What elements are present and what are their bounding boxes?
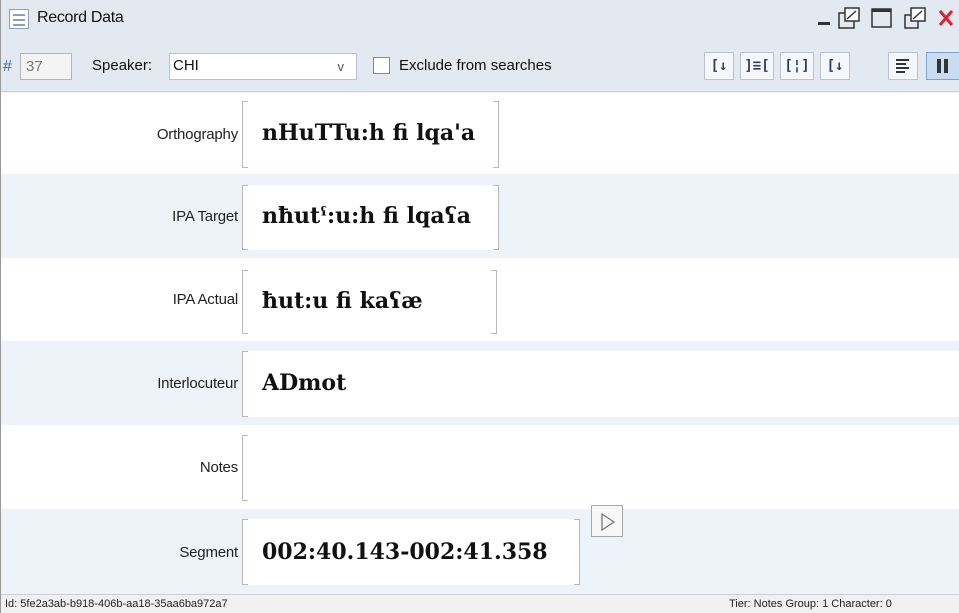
insert-word-icon[interactable]: [↓ xyxy=(820,52,850,80)
record-data-window: Record Data # 37 Speaker: CHI v Exclude … xyxy=(0,0,959,613)
exclude-label[interactable]: Exclude from searches xyxy=(399,57,552,74)
maximize-icon[interactable] xyxy=(870,6,894,30)
merge-groups-icon[interactable]: ]≡[ xyxy=(740,52,774,80)
status-bar: Id: 5fe2a3ab-b918-406b-aa18-35aa6ba972a7… xyxy=(1,594,959,613)
segment-field[interactable]: 002:40.143-002:41.358 xyxy=(242,519,580,585)
tier-row-notes: Notes xyxy=(1,425,959,509)
tier-row-ipa-actual: IPA Actual ħut:u fi kaʕæ xyxy=(1,258,959,341)
record-number-label: # xyxy=(3,58,12,75)
orthography-field[interactable]: nHuTTu:h fi lqa'a xyxy=(242,101,499,168)
tier-status: Tier: Notes Group: 1 Character: 0 xyxy=(729,598,892,610)
record-toolbar: # 37 Speaker: CHI v Exclude from searche… xyxy=(1,38,959,92)
title-bar: Record Data xyxy=(1,0,959,38)
speaker-value: CHI xyxy=(173,57,199,74)
chevron-down-icon: v xyxy=(337,59,345,74)
notes-field[interactable] xyxy=(242,435,959,501)
tier-row-segment: Segment 002:40.143-002:41.358 xyxy=(1,509,959,594)
align-left-icon[interactable] xyxy=(888,52,918,80)
tier-label: IPA Target xyxy=(172,208,238,225)
interlocuteur-field[interactable]: ADmot xyxy=(242,351,959,417)
tier-label: IPA Actual xyxy=(172,291,238,308)
record-number-field[interactable]: 37 xyxy=(20,53,72,80)
tier-value: 002:40.143-002:41.358 xyxy=(262,539,548,565)
tier-label: Orthography xyxy=(156,126,238,143)
play-icon xyxy=(601,513,616,531)
ipa-actual-field[interactable]: ħut:u fi kaʕæ xyxy=(242,270,497,334)
tier-label: Segment xyxy=(179,544,238,561)
columns-view-icon[interactable] xyxy=(926,52,959,80)
speaker-select[interactable]: CHI v xyxy=(169,53,357,80)
insert-group-icon[interactable]: [↓ xyxy=(704,52,734,80)
speaker-label: Speaker: xyxy=(92,57,153,74)
split-group-icon[interactable]: [¦] xyxy=(780,52,814,80)
tier-value: nHuTTu:h fi lqa'a xyxy=(262,120,476,146)
tier-content: Orthography nHuTTu:h fi lqa'a IPA Target… xyxy=(1,93,959,594)
restore-icon[interactable] xyxy=(902,6,928,30)
tier-label: Notes xyxy=(199,459,238,476)
play-segment-button[interactable] xyxy=(591,505,623,537)
tier-row-interlocuteur: Interlocuteur ADmot xyxy=(1,341,959,425)
tier-row-ipa-target: IPA Target nħutˤ:u:h fi lqaʕa xyxy=(1,174,959,258)
ipa-target-field[interactable]: nħutˤ:u:h fi lqaʕa xyxy=(242,185,499,250)
tier-value: nħutˤ:u:h fi lqaʕa xyxy=(262,203,471,229)
exclude-checkbox[interactable] xyxy=(373,57,390,74)
tier-value: ħut:u fi kaʕæ xyxy=(262,288,423,314)
close-icon[interactable] xyxy=(934,6,959,30)
record-id: Id: 5fe2a3ab-b918-406b-aa18-35aa6ba972a7 xyxy=(5,598,228,610)
window-title: Record Data xyxy=(37,9,124,26)
tier-row-orthography: Orthography nHuTTu:h fi lqa'a xyxy=(1,93,959,174)
record-list-icon xyxy=(9,9,29,29)
edit-external-icon[interactable] xyxy=(836,6,862,30)
tier-label: Interlocuteur xyxy=(157,375,238,392)
tier-value: ADmot xyxy=(262,370,347,396)
minimize-icon[interactable] xyxy=(816,6,832,30)
